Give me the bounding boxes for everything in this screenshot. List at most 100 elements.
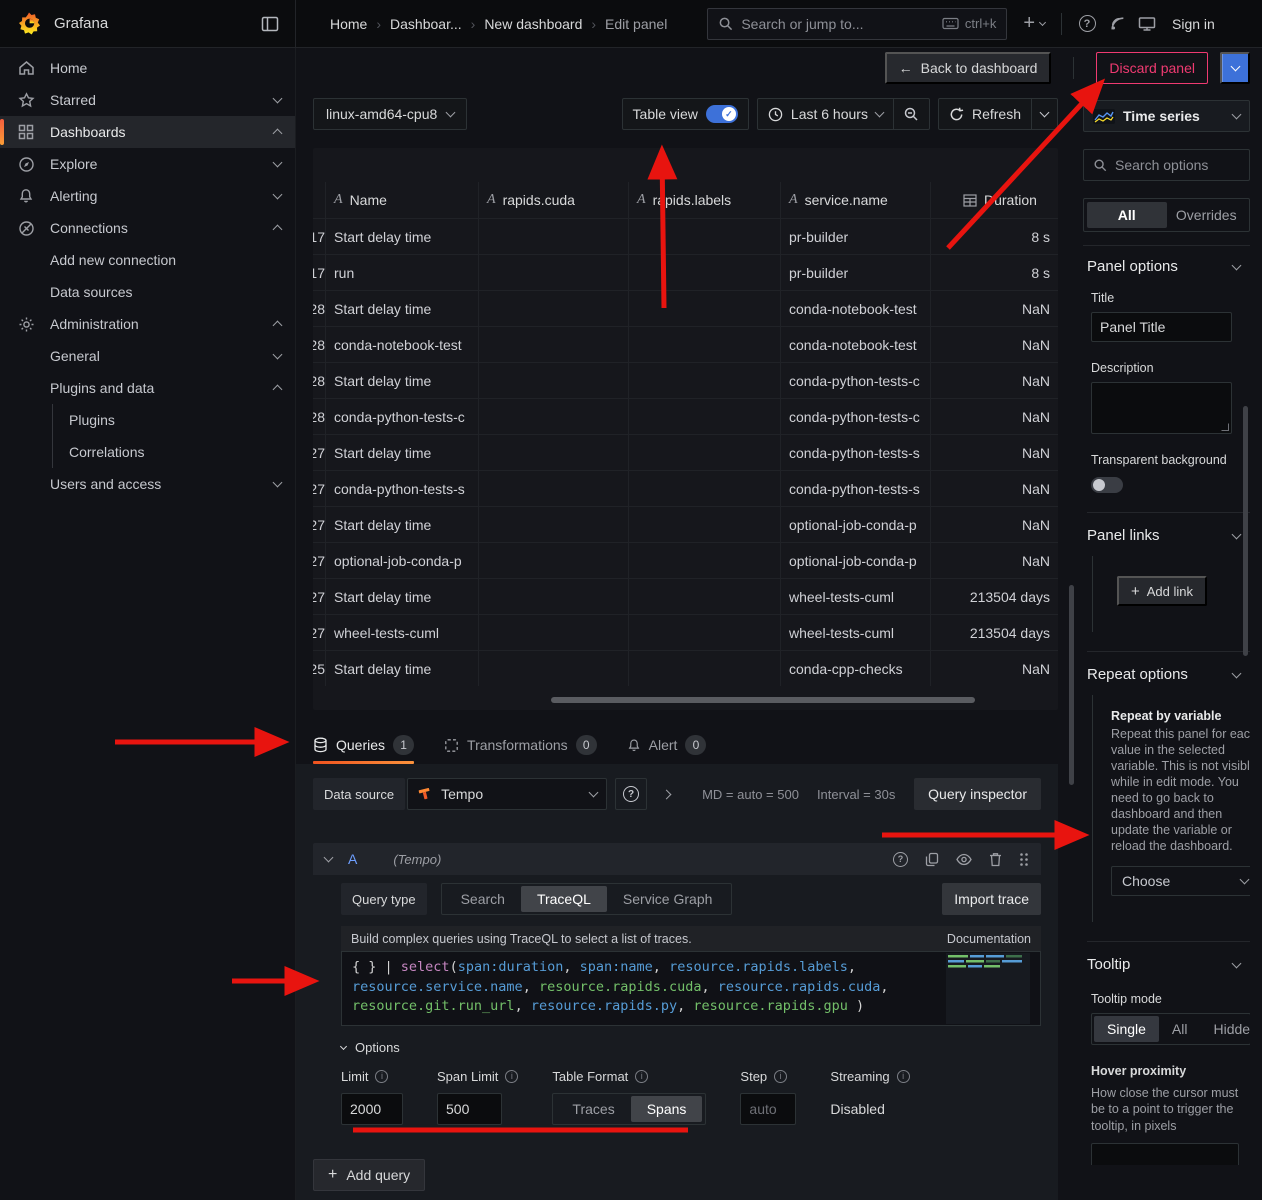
filter-all-option[interactable]: All bbox=[1087, 202, 1167, 228]
tab-queries[interactable]: Queries 1 bbox=[313, 726, 414, 764]
signin-link[interactable]: Sign in bbox=[1172, 16, 1215, 32]
tooltip-mode-hidden[interactable]: Hidden bbox=[1200, 1016, 1250, 1042]
grafana-logo-icon[interactable] bbox=[16, 11, 42, 37]
limit-input[interactable] bbox=[341, 1093, 403, 1125]
tab-transformations[interactable]: Transformations 0 bbox=[444, 726, 597, 764]
sidebar-item-users-and-access[interactable]: Users and access bbox=[0, 468, 295, 500]
repeat-variable-select[interactable]: Choose bbox=[1111, 866, 1250, 896]
datasource-help-button[interactable]: ? bbox=[615, 778, 647, 810]
chevron-down-icon[interactable] bbox=[273, 478, 283, 488]
column-header-service-name[interactable]: Aservice.name bbox=[780, 182, 930, 218]
column-header-rapids-cuda[interactable]: Arapids.cuda bbox=[478, 182, 628, 218]
column-header-rapids-labels[interactable]: Arapids.labels bbox=[628, 182, 780, 218]
query-inspector-button[interactable]: Query inspector bbox=[914, 778, 1041, 810]
query-ref-id[interactable]: A bbox=[348, 851, 357, 867]
search-input[interactable] bbox=[741, 16, 934, 32]
delete-query-trash-icon[interactable] bbox=[989, 852, 1002, 867]
sidebar-toggle-icon[interactable] bbox=[261, 16, 279, 32]
chevron-up-icon[interactable] bbox=[273, 385, 283, 395]
breadcrumb-home[interactable]: Home bbox=[330, 16, 367, 32]
tooltip-mode-single[interactable]: Single bbox=[1094, 1016, 1159, 1042]
column-header-name[interactable]: AName bbox=[325, 182, 478, 218]
refresh-interval-caret[interactable] bbox=[1031, 99, 1057, 129]
add-link-button[interactable]: + Add link bbox=[1117, 576, 1207, 606]
hover-proximity-input[interactable] bbox=[1091, 1143, 1239, 1165]
duplicate-query-icon[interactable] bbox=[925, 852, 939, 867]
collapse-chevron-icon[interactable] bbox=[324, 853, 334, 863]
traceql-editor[interactable]: { } | select(span:duration, span:name, r… bbox=[341, 951, 1041, 1026]
query-row-header[interactable]: A (Tempo) ? bbox=[313, 843, 1041, 875]
add-query-button[interactable]: + Add query bbox=[313, 1159, 425, 1191]
tooltip-mode-all[interactable]: All bbox=[1159, 1016, 1201, 1042]
transparent-background-toggle[interactable] bbox=[1091, 477, 1123, 493]
step-input[interactable] bbox=[740, 1093, 796, 1125]
template-variable-select[interactable]: linux-amd64-cpu8 bbox=[313, 98, 467, 130]
sidebar-item-home[interactable]: Home bbox=[0, 52, 295, 84]
discard-panel-button[interactable]: Discard panel bbox=[1096, 52, 1208, 84]
options-scrollbar[interactable] bbox=[1243, 406, 1248, 656]
disable-query-eye-icon[interactable] bbox=[956, 853, 972, 866]
panel-options-section-header[interactable]: Panel options bbox=[1087, 258, 1250, 275]
repeat-options-section-header[interactable]: Repeat options bbox=[1087, 666, 1250, 683]
panel-title-input[interactable] bbox=[1091, 312, 1232, 342]
chevron-down-icon[interactable] bbox=[273, 350, 283, 360]
chevron-down-icon[interactable] bbox=[273, 158, 283, 168]
chevron-up-icon[interactable] bbox=[273, 321, 283, 331]
query-type-search[interactable]: Search bbox=[445, 886, 521, 912]
sidebar-item-alerting[interactable]: Alerting bbox=[0, 180, 295, 212]
sidebar-item-general[interactable]: General bbox=[0, 340, 295, 372]
drag-handle-icon[interactable] bbox=[1019, 852, 1029, 867]
breadcrumb-new-dashboard[interactable]: New dashboard bbox=[484, 16, 582, 32]
span-limit-input[interactable] bbox=[437, 1093, 502, 1125]
sidebar-item-correlations[interactable]: Correlations bbox=[53, 436, 295, 468]
monitor-icon[interactable] bbox=[1132, 9, 1162, 39]
table-view-toggle[interactable]: ✓ bbox=[706, 105, 738, 123]
chevron-down-icon[interactable] bbox=[273, 190, 283, 200]
query-type-service-graph[interactable]: Service Graph bbox=[607, 886, 728, 912]
query-options-toggle[interactable]: Options bbox=[341, 1040, 1041, 1055]
time-range-picker[interactable]: Last 6 hours bbox=[758, 99, 893, 129]
sidebar-item-starred[interactable]: Starred bbox=[0, 84, 295, 116]
sidebar-item-plugins-and-data[interactable]: Plugins and data bbox=[0, 372, 295, 404]
save-options-caret[interactable] bbox=[1222, 54, 1248, 82]
breadcrumb-dashboards[interactable]: Dashboar... bbox=[390, 16, 462, 32]
zoom-out-time-button[interactable] bbox=[893, 99, 929, 129]
options-search[interactable] bbox=[1083, 149, 1250, 181]
import-trace-button[interactable]: Import trace bbox=[942, 883, 1041, 915]
documentation-link[interactable]: Documentation bbox=[947, 932, 1031, 946]
options-search-input[interactable] bbox=[1115, 157, 1240, 173]
sidebar-item-data-sources[interactable]: Data sources bbox=[0, 276, 295, 308]
panel-links-section-header[interactable]: Panel links bbox=[1087, 527, 1250, 544]
save-dashboard-button[interactable]: Save dashboard bbox=[1220, 52, 1250, 84]
help-icon[interactable]: ? bbox=[1072, 9, 1102, 39]
query-help-icon[interactable]: ? bbox=[893, 852, 908, 867]
datasource-picker[interactable]: Tempo bbox=[407, 778, 607, 810]
format-traces-option[interactable]: Traces bbox=[556, 1096, 630, 1122]
news-icon[interactable] bbox=[1102, 9, 1132, 39]
sidebar-item-administration[interactable]: Administration bbox=[0, 308, 295, 340]
tab-alert[interactable]: Alert 0 bbox=[627, 726, 707, 764]
chevron-right-icon[interactable] bbox=[663, 785, 670, 803]
filter-overrides-option[interactable]: Overrides bbox=[1167, 202, 1247, 228]
chevron-up-icon[interactable] bbox=[273, 225, 283, 235]
tooltip-section-header[interactable]: Tooltip bbox=[1087, 956, 1250, 973]
refresh-button[interactable]: Refresh bbox=[939, 99, 1031, 129]
main-vertical-scrollbar[interactable] bbox=[1069, 585, 1074, 785]
chevron-down-icon[interactable] bbox=[273, 94, 283, 104]
query-type-traceql[interactable]: TraceQL bbox=[521, 886, 607, 912]
column-header-duration[interactable]: Duration bbox=[930, 182, 1058, 218]
sidebar-item-explore[interactable]: Explore bbox=[0, 148, 295, 180]
table-horizontal-scrollbar[interactable] bbox=[551, 697, 975, 703]
chevron-up-icon[interactable] bbox=[273, 129, 283, 139]
edit-panel-action-bar: ← Back to dashboard Discard panel Save d… bbox=[296, 48, 1262, 88]
panel-description-textarea[interactable] bbox=[1091, 382, 1232, 434]
global-search[interactable]: ctrl+k bbox=[707, 8, 1007, 40]
visualization-picker[interactable]: Time series bbox=[1083, 100, 1250, 132]
sidebar-item-dashboards[interactable]: Dashboards bbox=[0, 116, 295, 148]
sidebar-item-add-new-connection[interactable]: Add new connection bbox=[0, 244, 295, 276]
format-spans-option[interactable]: Spans bbox=[631, 1096, 703, 1122]
add-button[interactable]: + bbox=[1017, 12, 1051, 35]
sidebar-item-connections[interactable]: Connections bbox=[0, 212, 295, 244]
back-to-dashboard-button[interactable]: ← Back to dashboard bbox=[885, 52, 1052, 84]
sidebar-item-plugins[interactable]: Plugins bbox=[53, 404, 295, 436]
